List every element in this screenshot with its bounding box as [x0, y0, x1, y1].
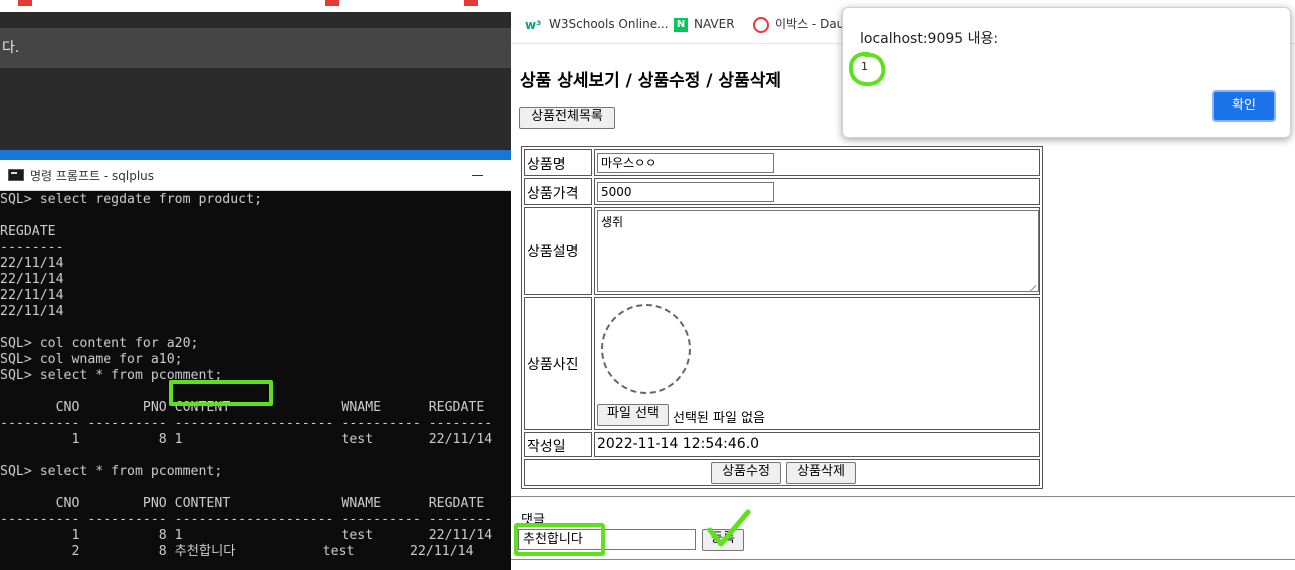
image-value-cell: 파일 선택 선택된 파일 없음: [594, 297, 1040, 430]
name-label: 상품명: [527, 157, 566, 173]
cmd-titlebar[interactable]: 명령 프롬프트 - sqlplus: [0, 160, 511, 191]
ibaks-icon: [753, 16, 769, 33]
red-marker: [325, 0, 339, 6]
loading-spinner-icon: [601, 304, 691, 394]
console-line: ---------- ---------- ------------------…: [0, 512, 493, 527]
console-line: SQL> select * from pcomment;: [0, 464, 223, 479]
name-label-cell: 상품명: [524, 149, 592, 176]
editor-line: 다.: [0, 28, 511, 68]
bookmark-label: NAVER: [694, 17, 735, 31]
alert-dialog: localhost:9095 내용: 1 확인: [842, 7, 1291, 138]
cmd-window: 명령 프롬프트 - sqlplus SQL> select regdate fr…: [0, 160, 511, 570]
delete-product-button[interactable]: 상품삭제: [786, 462, 856, 484]
product-detail-table: 상품명 마우스ㅇㅇ 상품가격 5000 상품설명 생쥐 상품사진 파일 선택 선…: [521, 146, 1043, 489]
bookmark-label: 이박스 - Dau: [775, 17, 845, 31]
console-line: 22/11/14: [0, 304, 64, 319]
console-line: SQL> select regdate from product;: [0, 192, 263, 207]
console-line: --------: [0, 240, 64, 255]
date-label: 작성일: [527, 439, 566, 455]
divider: [511, 496, 1295, 497]
bookmark-label: W3Schools Online...: [549, 17, 669, 31]
console-line: REGDATE: [0, 224, 56, 239]
file-status-text: 선택된 파일 없음: [673, 411, 765, 426]
alert-title: localhost:9095 내용:: [860, 31, 999, 47]
alert-message-highlight-annotation: [848, 51, 886, 87]
action-buttons-cell: 상품수정 상품삭제: [524, 459, 1040, 486]
price-label: 상품가격: [527, 186, 579, 202]
console-line: SQL> col wname for a10;: [0, 352, 183, 367]
image-label: 상품사진: [527, 357, 579, 373]
console-line: ---------- ---------- ------------------…: [0, 416, 493, 431]
update-product-button[interactable]: 상품수정: [711, 462, 781, 484]
console-line: 2 8 추천합니다 test 22/11/14: [0, 544, 474, 559]
window-border: [0, 150, 511, 160]
desc-label-cell: 상품설명: [524, 207, 592, 295]
divider: [511, 559, 1295, 560]
cmd-icon: [8, 169, 24, 181]
w3schools-icon: w³: [525, 17, 542, 32]
bookmark-w3schools[interactable]: w³ W3Schools Online...: [525, 15, 669, 33]
comment-highlight-annotation: [514, 523, 605, 556]
created-date-value: 2022-11-14 12:54:46.0: [597, 436, 760, 452]
red-marker: [464, 0, 478, 6]
naver-icon: N: [674, 17, 688, 32]
alert-ok-button[interactable]: 확인: [1212, 90, 1276, 122]
product-list-button[interactable]: 상품전체목록: [519, 107, 615, 129]
resize-grip-icon[interactable]: [1028, 281, 1036, 289]
console-line: 1 8 1 test 22/11/14: [0, 432, 493, 447]
price-value-cell: 5000: [594, 178, 1040, 205]
console-line: CNO PNO CONTENT WNAME REGDATE: [0, 496, 485, 511]
minimize-button[interactable]: [468, 166, 488, 184]
date-label-cell: 작성일: [524, 432, 592, 457]
editor-top-strip: [0, 0, 511, 12]
console-line: 22/11/14: [0, 272, 64, 287]
desc-value-cell: 생쥐: [594, 207, 1040, 295]
product-name-input[interactable]: 마우스ㅇㅇ: [597, 153, 774, 173]
date-value-cell: 2022-11-14 12:54:46.0: [594, 432, 1040, 457]
console-line: 1 8 1 test 22/11/14: [0, 528, 493, 543]
desc-label: 상품설명: [527, 244, 579, 260]
price-label-cell: 상품가격: [524, 178, 592, 205]
console-highlight-annotation: [169, 380, 273, 406]
bookmark-ibaks[interactable]: 이박스 - Dau: [753, 15, 844, 33]
console-line: 22/11/14: [0, 256, 64, 271]
check-mark-icon: [707, 509, 751, 547]
page-title: 상품 상세보기 / 상품수정 / 상품삭제: [520, 71, 781, 91]
bookmark-naver[interactable]: N NAVER: [674, 15, 735, 33]
product-price-input[interactable]: 5000: [597, 182, 774, 202]
console-line: 22/11/14: [0, 288, 64, 303]
red-marker: [18, 0, 32, 6]
product-description-textarea[interactable]: 생쥐: [597, 210, 1039, 292]
console-line: SQL> col content for a20;: [0, 336, 199, 351]
editor-area: 다.: [0, 0, 511, 160]
description-text: 생쥐: [601, 215, 624, 229]
cmd-title: 명령 프롬프트 - sqlplus: [30, 169, 155, 183]
screen: 다. 명령 프롬프트 - sqlplus SQL> select regdate…: [0, 0, 1295, 570]
file-select-button[interactable]: 파일 선택: [597, 404, 669, 426]
image-label-cell: 상품사진: [524, 297, 592, 430]
name-value-cell: 마우스ㅇㅇ: [594, 149, 1040, 176]
